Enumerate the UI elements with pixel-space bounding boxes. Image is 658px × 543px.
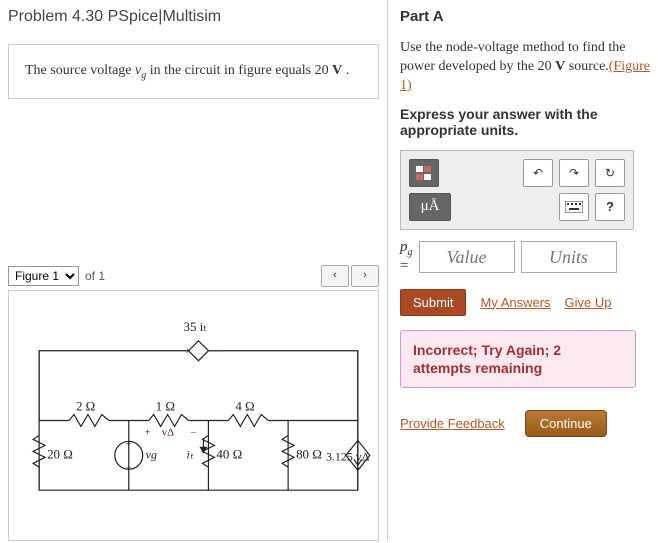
equals-sign: = <box>400 258 413 275</box>
instr-v: V <box>555 59 565 74</box>
my-answers-link[interactable]: My Answers <box>480 295 550 310</box>
feedback-message: Incorrect; Try Again; 2 attempts remaini… <box>400 330 636 388</box>
help-button[interactable]: ? <box>595 193 625 221</box>
figure-toolbar: Figure 1 of 1 ‹ › <box>8 265 379 287</box>
svg-text:−: − <box>211 346 217 358</box>
stem-pre: The source voltage <box>25 63 135 78</box>
instr-post: source. <box>565 59 609 74</box>
answer-toolbox: ↶ ↷ ↻ μÅ ? <box>400 150 634 230</box>
stem-post: in the circuit in figure equals 20 <box>146 63 332 78</box>
bottom-row: Provide Feedback Continue <box>400 410 658 437</box>
answer-row: pg = <box>400 240 658 275</box>
keyboard-button[interactable] <box>559 193 589 221</box>
figure-select[interactable]: Figure 1 <box>8 266 79 286</box>
svg-text:+: + <box>126 439 132 450</box>
stem-unit: V <box>332 63 342 78</box>
svg-text:−: − <box>191 427 197 438</box>
r4-label: 20 Ω <box>47 446 73 461</box>
r2-label: 1 Ω <box>156 399 175 414</box>
units-hint: Express your answer with the appropriate… <box>400 106 658 138</box>
svg-text:−: − <box>126 462 132 473</box>
svg-text:+: + <box>185 346 191 358</box>
stem-tail: . <box>342 63 349 78</box>
it-label: iₜ <box>187 447 194 461</box>
svg-text:+: + <box>145 427 151 438</box>
figure-prev-button[interactable]: ‹ <box>321 265 349 287</box>
answer-symbol: pg <box>400 240 413 258</box>
units-button[interactable]: μÅ <box>409 193 451 221</box>
submit-button[interactable]: Submit <box>400 289 466 316</box>
vdelta-label: vΔ <box>162 426 175 438</box>
units-input[interactable] <box>521 241 617 273</box>
continue-button[interactable]: Continue <box>525 410 607 437</box>
figure-next-button[interactable]: › <box>351 265 379 287</box>
dep-src-label: 3.125 vΔ <box>326 449 370 463</box>
give-up-link[interactable]: Give Up <box>565 295 612 310</box>
undo-button[interactable]: ↶ <box>523 159 553 187</box>
r5-label: 40 Ω <box>216 446 242 461</box>
provide-feedback-link[interactable]: Provide Feedback <box>400 416 505 431</box>
reset-button[interactable]: ↻ <box>595 159 625 187</box>
r6-label: 80 Ω <box>296 446 322 461</box>
figure-of-label: of 1 <box>85 269 105 283</box>
template-button[interactable] <box>409 159 439 187</box>
problem-stem: The source voltage vg in the circuit in … <box>8 44 379 99</box>
part-a-instruction: Use the node-voltage method to find the … <box>400 39 658 96</box>
circuit-figure: + − + − + − 35 iₜ 2 Ω 1 Ω 4 Ω vΔ 20 Ω vg… <box>8 290 379 541</box>
problem-title: Problem 4.30 PSpice|Multisim <box>8 8 379 26</box>
ccvs-label: 35 iₜ <box>184 319 208 334</box>
submit-row: Submit My Answers Give Up <box>400 289 658 316</box>
r3-label: 4 Ω <box>235 399 254 414</box>
r1-label: 2 Ω <box>76 399 95 414</box>
part-a-title: Part A <box>400 8 658 25</box>
redo-button[interactable]: ↷ <box>559 159 589 187</box>
value-input[interactable] <box>419 241 515 273</box>
vg-label: vg <box>146 447 157 461</box>
